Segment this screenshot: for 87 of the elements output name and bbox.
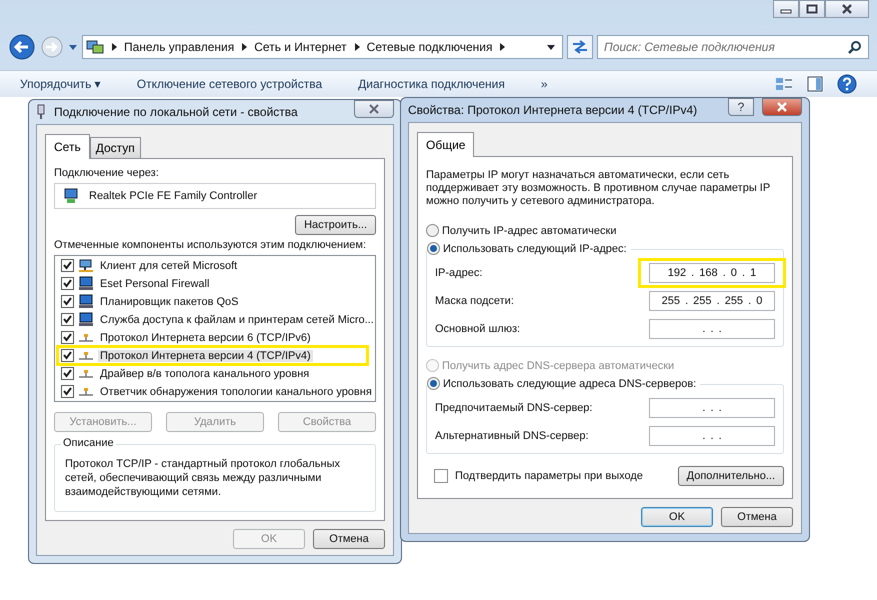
network-folder-icon (86, 39, 104, 55)
close-button[interactable] (354, 100, 394, 118)
address-bar[interactable]: Панель управления Сеть и Интернет Сетевые подключения (82, 35, 563, 59)
ip-address-field[interactable]: . . . (649, 426, 775, 446)
toolbar-item[interactable]: Упорядочить ▾ (20, 77, 101, 91)
chevron-icon (498, 42, 506, 52)
adapter-field: Realtek PCIe FE Family Controller (54, 183, 376, 209)
back-button[interactable] (8, 33, 36, 61)
checkbox[interactable] (61, 295, 74, 308)
list-label: Отмеченные компоненты используются этим подключением: (54, 239, 368, 251)
breadcrumb-item[interactable]: Сетевые подключения (366, 40, 492, 54)
computer-icon (78, 294, 94, 309)
checkbox[interactable] (61, 277, 74, 290)
breadcrumb-item[interactable]: Сеть и Интернет (254, 40, 347, 54)
field-label: Подключение через: (54, 167, 160, 179)
checkbox[interactable] (61, 331, 74, 344)
radio-option[interactable]: Получить IP-адрес автоматически (426, 224, 616, 237)
network-cable-icon (36, 104, 46, 120)
intro-text: Параметры IP могут назначаться автоматически, если сеть поддерживает эту возможность. В противном случае параметры IP можно получить у сетевого администратора. (426, 169, 771, 208)
radio-option[interactable]: Использовать следующий IP-адрес: (427, 242, 631, 255)
network-protocol-icon (78, 386, 94, 396)
breadcrumb-item[interactable]: Панель управления (124, 40, 234, 54)
maximize-button[interactable] (799, 0, 825, 18)
field-label: Основной шлюз: (435, 323, 520, 335)
group-legend: Описание (61, 437, 116, 449)
help-icon[interactable] (837, 74, 857, 94)
checkbox[interactable] (61, 313, 74, 326)
checkbox[interactable] (61, 349, 74, 362)
computer-icon (78, 312, 94, 327)
list-item[interactable]: Ответчик обнаружения топологии канального уровня (98, 386, 374, 398)
dialog-button[interactable]: OK (641, 507, 713, 527)
close-button[interactable] (825, 0, 869, 18)
close-icon (368, 104, 380, 114)
tab[interactable]: Сеть (45, 134, 90, 159)
window-title: Свойства: Протокол Интернета версии 4 (TCP/IPv4) (408, 103, 698, 117)
chevron-icon (240, 42, 248, 52)
close-button[interactable] (762, 98, 802, 116)
search-field[interactable]: Поиск: Сетевые подключения (597, 35, 869, 59)
toolbar-item[interactable]: Отключение сетевого устройства (136, 77, 322, 91)
field-label: Альтернативный DNS-сервер: (435, 430, 589, 442)
chevron-icon (110, 42, 118, 52)
ip-address-field[interactable]: 255 . 255 . 255 . 0 (649, 291, 775, 311)
checkbox[interactable] (61, 259, 74, 272)
help-button[interactable]: ? (728, 98, 754, 116)
configure-button[interactable]: Настроить... (295, 215, 376, 235)
dialog-button[interactable]: Отмена (313, 529, 385, 549)
close-icon (776, 102, 788, 112)
list-item[interactable]: Клиент для сетей Microsoft (98, 260, 240, 272)
list-item[interactable]: Планировщик пакетов QoS (98, 296, 241, 308)
ip-address-field[interactable]: . . . (649, 398, 775, 418)
close-icon (841, 4, 853, 14)
search-icon (848, 40, 862, 54)
computer-icon (78, 276, 94, 291)
dropdown-caret-icon[interactable] (546, 43, 556, 51)
description-text: Протокол TCP/IP - стандартный протокол глобальных сетей, обеспечивающий связь между различными взаимодействующими сетями. (65, 457, 341, 499)
list-item[interactable]: Протокол Интернета версии 4 (TCP/IPv4) (98, 350, 313, 362)
list-item[interactable]: Драйвер в/в тополога канального уровня (98, 368, 312, 380)
radio-option[interactable]: Использовать следующие адреса DNS-серверов: (427, 377, 700, 390)
preview-pane-icon[interactable] (807, 76, 823, 92)
field-label: Предпочитаемый DNS-сервер: (435, 402, 592, 414)
chevron-icon (352, 42, 361, 52)
refresh-button[interactable] (567, 35, 593, 59)
network-protocol-icon (78, 350, 94, 360)
toolbar-item[interactable]: » (540, 77, 548, 91)
computer-network-icon (78, 258, 94, 272)
maximize-icon (806, 4, 818, 14)
tab[interactable]: Доступ (90, 137, 141, 158)
network-protocol-icon (78, 332, 94, 342)
checkbox[interactable] (61, 385, 74, 398)
minimize-button[interactable] (773, 0, 799, 18)
field-label: Маска подсети: (435, 295, 514, 307)
window-title: Подключение по локальной сети - свойства (54, 105, 298, 119)
network-protocol-icon (78, 368, 94, 378)
field-label: IP-адрес: (435, 267, 482, 279)
ip-address-field[interactable]: . . . (649, 319, 775, 339)
list-item[interactable]: Служба доступа к файлам и принтерам сетей Micro... (98, 314, 376, 326)
list-item[interactable]: Eset Personal Firewall (98, 278, 212, 290)
dialog-button[interactable]: Отмена (721, 507, 793, 527)
toolbar-item[interactable]: Диагностика подключения (358, 77, 505, 91)
advanced-button[interactable]: Дополнительно... (678, 466, 784, 486)
ip-address-field[interactable]: 192 . 168 . 0 . 1 (649, 263, 775, 283)
view-icon[interactable] (775, 76, 793, 92)
checkbox-option[interactable]: Подтвердить параметры при выходе (434, 469, 643, 483)
checkbox[interactable] (61, 367, 74, 380)
refresh-icon (571, 40, 589, 54)
tab[interactable]: Общие (417, 132, 474, 157)
list-item[interactable]: Протокол Интернета версии 6 (TCP/IPv6) (98, 332, 313, 344)
